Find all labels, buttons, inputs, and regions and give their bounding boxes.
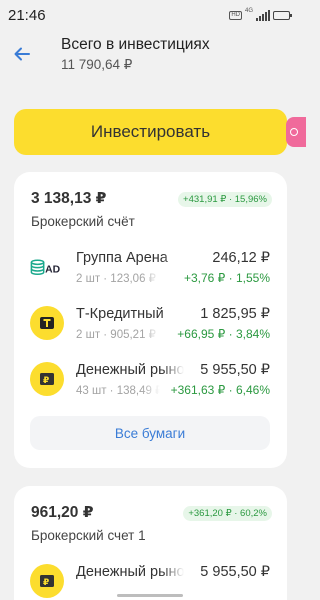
arrow-left-icon [14,47,30,61]
position-name: Денежный рынок [76,564,184,580]
invest-button[interactable]: Инвестировать [14,109,287,155]
tbank-logo [30,306,64,340]
position-value: 5 955,50 ₽ [200,564,270,580]
side-tab[interactable] [286,117,306,147]
account-profit-badge: +431,91 ₽ · 15,96% [178,192,272,207]
position-change: +66,95 ₽ · 3,84% [177,327,270,341]
position-name: Денежный рынок [76,362,184,378]
position-change: +3,76 ₽ · 1,55% [183,271,270,285]
total-amount: 11 790,64 ₽ [61,57,133,72]
ruble-card-icon: ₽ [40,373,54,386]
position-row[interactable]: Т-Кредитный 2 шт · 905,21 ₽ 1 825,95 ₽ +… [14,302,287,346]
svg-text:₽: ₽ [43,376,49,386]
page-title: Всего в инвестициях [61,36,210,53]
svg-text:₽: ₽ [43,578,49,588]
status-bar: 21:46 HD 4G [0,0,300,30]
header: Всего в инвестициях 11 790,64 ₽ [0,30,300,82]
status-icons: HD 4G [229,8,292,21]
account-amount: 3 138,13 ₽ [31,190,107,207]
hd-icon: HD [229,10,242,20]
position-change: +361,63 ₽ · 6,46% [170,383,270,397]
position-row[interactable]: AD Группа Арена 2 шт · 123,06 ₽ 246,12 ₽… [14,246,287,290]
position-qty: 43 шт · 138,49 ₽ [76,383,160,397]
plus-icon [290,128,298,136]
account-profit-badge: +361,20 ₽ · 60,2% [183,506,272,521]
tbank-logo-icon [40,317,54,329]
money-fund-logo: ₽ [30,564,64,598]
position-qty: 2 шт · 123,06 ₽ [76,271,160,285]
position-row[interactable]: ₽ Денежный рынок 43 шт · 138,49 ₽ 5 955,… [14,358,287,402]
account-name: Брокерский счет 1 [31,528,146,543]
arena-logo: AD [30,250,64,284]
position-value: 246,12 ₽ [212,250,270,266]
position-value: 1 825,95 ₽ [200,306,270,322]
account-amount: 961,20 ₽ [31,504,94,521]
all-securities-button[interactable]: Все бумаги [30,416,270,450]
money-fund-logo: ₽ [30,362,64,396]
svg-text:AD: AD [45,265,60,276]
battery-icon [273,10,292,20]
back-button[interactable] [10,42,34,66]
account-card[interactable]: 3 138,13 ₽ +431,91 ₽ · 15,96% Брокерский… [14,172,287,468]
network-label: 4G [244,8,253,14]
signal-icon [256,9,270,21]
position-qty: 2 шт · 905,21 ₽ [76,327,160,341]
ruble-card-icon: ₽ [40,575,54,588]
arena-logo-icon: AD [30,259,61,276]
position-name: Т-Кредитный [76,306,184,322]
account-name: Брокерский счёт [31,214,135,229]
position-value: 5 955,50 ₽ [200,362,270,378]
gesture-handle[interactable] [117,594,183,597]
account-card[interactable]: 961,20 ₽ +361,20 ₽ · 60,2% Брокерский сч… [14,486,287,600]
position-name: Группа Арена [76,250,184,266]
status-time: 21:46 [8,6,46,24]
